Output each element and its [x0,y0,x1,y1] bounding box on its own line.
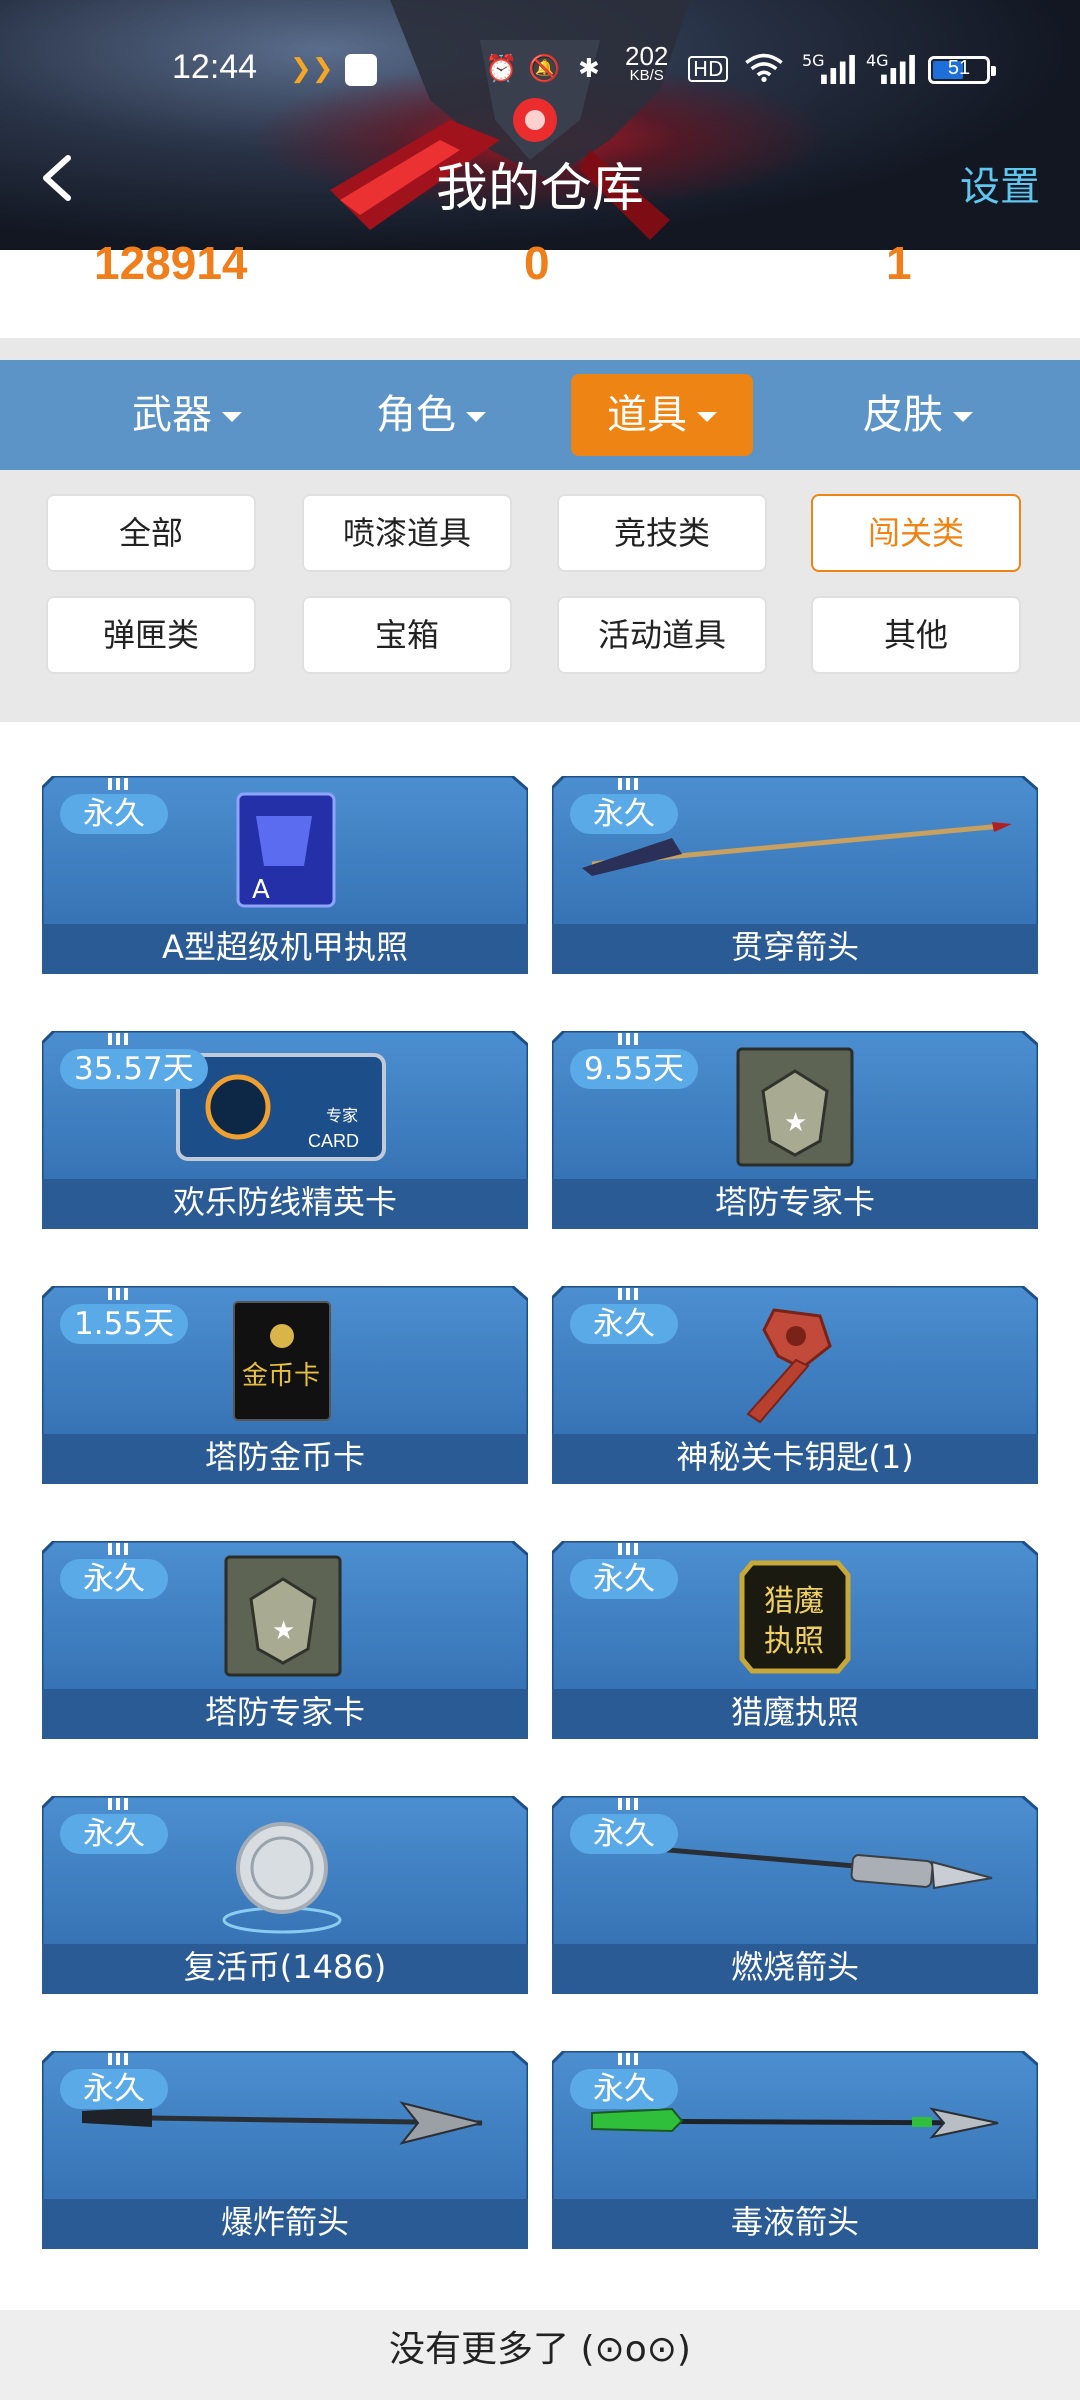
item-card[interactable]: ★ 9.55天 塔防专家卡 [552,1031,1038,1229]
item-name: 贯穿箭头 [730,928,859,966]
duration-badge: 永久 [60,794,168,834]
page-title: 我的仓库 [435,159,644,219]
chevron-down-icon [466,412,486,422]
signal-5g-icon [821,54,855,84]
duration-badge: 永久 [60,1814,168,1854]
duration-badge: 永久 [570,2069,678,2109]
filter-stage[interactable]: 闯关类 [811,494,1021,572]
duration-badge: 永久 [570,794,678,834]
chevron-down-icon [953,412,973,422]
svg-text:CARD: CARD [308,1131,359,1151]
filter-chest[interactable]: 宝箱 [302,596,512,674]
item-card[interactable]: 永久 爆炸箭头 [42,2051,528,2249]
app-badge-icon [345,54,377,86]
item-card[interactable]: 永久 贯穿箭头 [552,776,1038,974]
divider [0,338,1080,360]
end-of-list-message: 没有更多了 (⊙o⊙) [0,2310,1080,2400]
filter-other[interactable]: 其他 [811,596,1021,674]
settings-button[interactable]: 设置 [960,154,1040,212]
item-card[interactable]: 永久 神秘关卡钥匙(1) [552,1286,1038,1484]
mute-icon: 🔕 [528,54,561,84]
chevron-down-icon [222,412,242,422]
app-notification-icon: ❯❯ [290,54,334,84]
status-time: 12:44 [172,48,258,86]
filter-all[interactable]: 全部 [46,494,256,572]
item-name: 燃烧箭头 [730,1948,859,1986]
filter-magazine[interactable]: 弹匣类 [46,596,256,674]
duration-badge: 永久 [570,1304,678,1344]
stat-value: 0 [524,237,550,289]
tab-props[interactable]: 道具 [571,374,753,456]
stat-value: 1 [886,237,912,289]
tab-skins[interactable]: 皮肤 [827,374,1009,456]
bluetooth-icon: ✱ [578,54,600,84]
item-name: 塔防专家卡 [204,1693,365,1731]
item-card[interactable]: 永久 燃烧箭头 [552,1796,1038,1994]
item-card[interactable]: 永久 复活币(1486) [42,1796,528,1994]
network-speed: 202 KB/S [625,41,669,84]
item-grid: A 永久 A型超级机甲执照 永久 贯穿箭头 专家 CARD 35.57天 欢乐防… [0,722,1080,2310]
battery-icon: 51 [928,56,996,84]
svg-text:★: ★ [784,1108,807,1138]
item-card[interactable]: A 永久 A型超级机甲执照 [42,776,528,974]
nav-bar: 我的仓库 设置 [0,140,1080,220]
item-card[interactable]: 猎魔 执照 永久 猎魔执照 [552,1541,1038,1739]
svg-text:专家: 专家 [326,1106,358,1125]
category-tabs: 武器 角色 道具 皮肤 [0,360,1080,470]
hd-icon: HD [688,56,729,82]
svg-text:金币卡: 金币卡 [242,1361,320,1391]
filter-competitive[interactable]: 竞技类 [557,494,767,572]
item-name: 神秘关卡钥匙(1) [676,1438,914,1476]
alarm-icon: ⏰ [485,54,518,84]
duration-badge: 9.55天 [570,1049,699,1089]
duration-badge: 永久 [570,1814,678,1854]
filter-spray[interactable]: 喷漆道具 [302,494,512,572]
item-card[interactable]: 专家 CARD 35.57天 欢乐防线精英卡 [42,1031,528,1229]
chevron-down-icon [697,412,717,422]
stats-row: 128914 0 1 [0,237,1080,340]
item-card[interactable]: ★ 永久 塔防专家卡 [42,1541,528,1739]
stat-value: 128914 [94,237,248,289]
app-header: 12:44 ❯❯ ⏰ 🔕 ✱ 202 KB/S HD 5G 4G 51 我的仓库… [0,0,1080,250]
item-card[interactable]: 金币卡 1.55天 塔防金币卡 [42,1286,528,1484]
item-name: 欢乐防线精英卡 [172,1183,397,1221]
svg-text:猎魔: 猎魔 [764,1584,824,1619]
item-card[interactable]: 永久 毒液箭头 [552,2051,1038,2249]
item-name: 塔防金币卡 [204,1438,365,1476]
duration-badge: 永久 [60,1559,168,1599]
item-name: 猎魔执照 [730,1693,859,1731]
tab-characters[interactable]: 角色 [340,374,522,456]
duration-badge: 1.55天 [60,1304,189,1344]
item-name: A型超级机甲执照 [162,928,408,966]
tab-weapons[interactable]: 武器 [96,374,278,456]
duration-badge: 35.57天 [60,1049,208,1089]
svg-text:A: A [252,875,270,905]
signal-4g-icon [881,54,915,84]
item-name: 毒液箭头 [730,2203,859,2241]
sub-filters: 全部 喷漆道具 竞技类 闯关类 弹匣类 宝箱 活动道具 其他 [0,470,1080,722]
duration-badge: 永久 [60,2069,168,2109]
svg-text:执照: 执照 [764,1624,824,1659]
item-name: 爆炸箭头 [220,2203,349,2241]
wifi-icon [745,53,783,82]
duration-badge: 永久 [570,1559,678,1599]
filter-event[interactable]: 活动道具 [557,596,767,674]
svg-text:★: ★ [272,1616,295,1646]
item-name: 塔防专家卡 [714,1183,875,1221]
status-bar: 12:44 ❯❯ ⏰ 🔕 ✱ 202 KB/S HD 5G 4G 51 [0,40,1080,100]
item-name: 复活币(1486) [183,1948,387,1986]
